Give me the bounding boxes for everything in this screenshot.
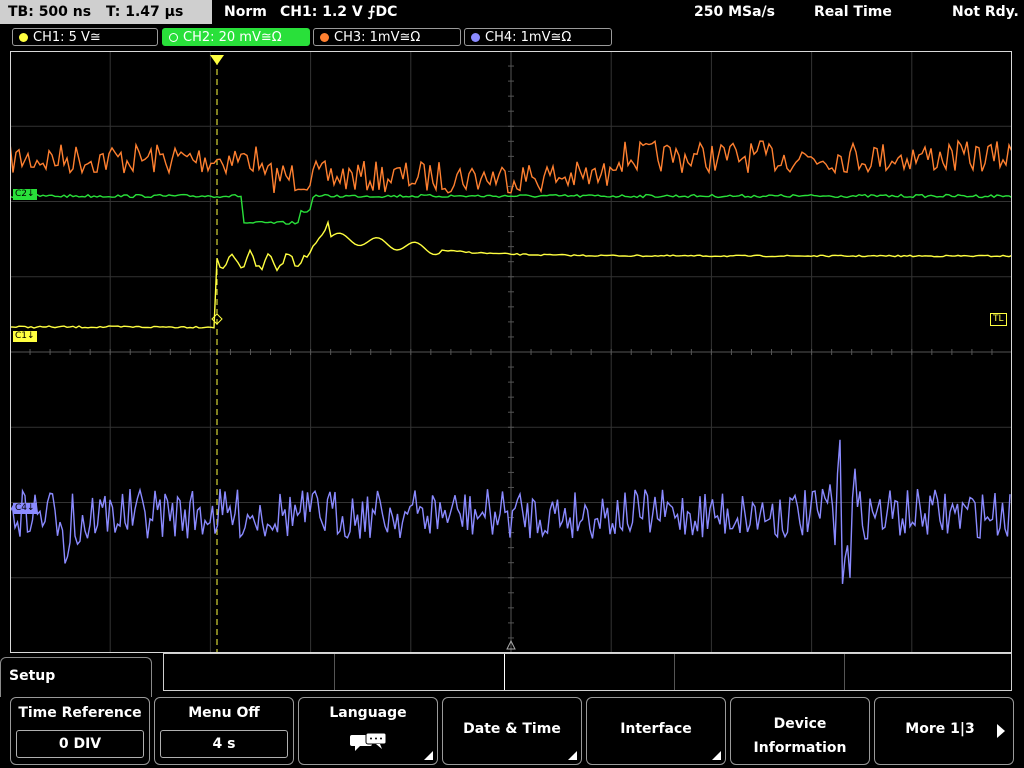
channel-3-label: CH3: 1mV≅Ω <box>334 30 421 45</box>
menu-off-label: Menu Off <box>188 705 260 721</box>
interface-softkey[interactable]: Interface <box>586 697 726 765</box>
channel-2-button[interactable]: CH2: 20 mV≅Ω <box>162 28 310 46</box>
sample-rate: 250 MSa/s <box>694 4 776 20</box>
language-label: Language <box>329 705 407 721</box>
menu-title-tab: Setup <box>0 657 152 697</box>
date-time-softkey[interactable]: Date & Time <box>442 697 582 765</box>
trigger-time-label: T: 1.47 µs <box>105 4 184 20</box>
submenu-corner-icon <box>424 751 433 760</box>
submenu-corner-icon <box>568 751 577 760</box>
channel-3-button[interactable]: CH3: 1mV≅Ω <box>313 28 461 46</box>
status-bar: TB: 500 ns T: 1.47 µs Norm CH1: 1.2 V ⨍D… <box>0 0 1024 24</box>
device-information-label-1: Device <box>773 716 827 732</box>
ch4-offset-marker[interactable]: C4↓ <box>13 503 37 514</box>
timebase-label: TB: 500 ns <box>8 4 92 20</box>
channel-4-label: CH4: 1mV≅Ω <box>485 30 572 45</box>
more-softkey[interactable]: More 1|3 <box>874 697 1014 765</box>
trigger-info[interactable]: CH1: 1.2 V ⨍DC <box>280 0 397 24</box>
speech-bubble-icon <box>349 732 389 756</box>
ch1-offset-marker[interactable]: C1↓ <box>13 331 37 342</box>
ch2-offset-marker[interactable]: C2↓ <box>13 189 37 200</box>
ch2-color-dot <box>169 33 178 42</box>
menu-off-softkey[interactable]: Menu Off 4 s <box>154 697 294 765</box>
acquisition-state: Not Rdy. <box>952 4 1019 20</box>
ch3-color-dot <box>320 33 329 42</box>
more-label: More 1|3 <box>905 721 975 737</box>
channel-1-label: CH1: 5 V≅ <box>33 30 101 45</box>
trigger-level-marker[interactable]: TL <box>990 313 1007 326</box>
channel-4-button[interactable]: CH4: 1mV≅Ω <box>464 28 612 46</box>
time-reference-softkey[interactable]: Time Reference 0 DIV <box>10 697 150 765</box>
time-reference-label: Time Reference <box>18 705 142 721</box>
language-softkey[interactable]: Language <box>298 697 438 765</box>
submenu-corner-icon <box>712 751 721 760</box>
acquisition-mode: Real Time <box>814 4 892 20</box>
grid-frame <box>10 51 1012 653</box>
overview-strip[interactable] <box>163 653 1012 691</box>
channel-1-button[interactable]: CH1: 5 V≅ <box>12 28 158 46</box>
date-time-label: Date & Time <box>463 721 561 737</box>
interface-label: Interface <box>620 721 692 737</box>
ch4-color-dot <box>471 33 480 42</box>
trigger-mode[interactable]: Norm <box>224 0 267 24</box>
device-information-label-2: Information <box>753 740 847 756</box>
time-reference-value[interactable]: 0 DIV <box>16 730 144 758</box>
next-page-icon <box>997 724 1005 738</box>
device-information-softkey[interactable]: Device Information <box>730 697 870 765</box>
menu-off-value[interactable]: 4 s <box>160 730 288 758</box>
timebase-box[interactable]: TB: 500 ns T: 1.47 µs <box>0 0 212 24</box>
channel-2-label: CH2: 20 mV≅Ω <box>183 30 282 45</box>
ch1-color-dot <box>19 33 28 42</box>
menu-title: Setup <box>9 668 56 684</box>
